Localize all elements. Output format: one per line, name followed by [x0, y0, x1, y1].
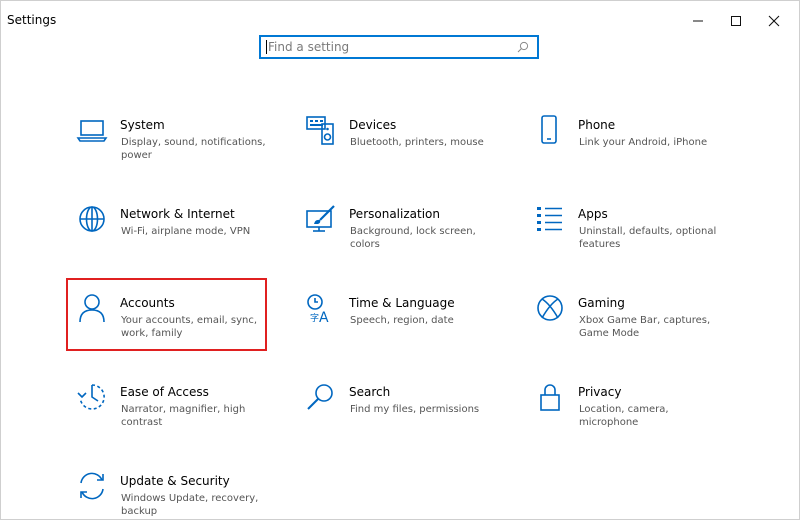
settings-item-gaming[interactable]: Gaming Xbox Game Bar, captures, Game Mod… — [534, 292, 744, 362]
item-desc: Find my files, permissions — [350, 404, 480, 415]
settings-item-accounts[interactable]: Accounts Your accounts, email, sync, wor… — [76, 292, 286, 362]
item-name: Network & Internet — [120, 207, 235, 221]
item-desc: Display, sound, notifications, power — [121, 137, 266, 161]
phone-icon — [534, 114, 566, 146]
ease-of-access-icon — [76, 381, 108, 413]
maximize-button[interactable] — [717, 7, 755, 35]
minimize-icon — [693, 20, 703, 22]
item-desc: Narrator, magnifier, high contrast — [121, 404, 246, 428]
svg-text:字: 字 — [310, 312, 319, 324]
settings-item-phone[interactable]: Phone Link your Android, iPhone — [534, 114, 744, 184]
maximize-icon — [731, 16, 741, 26]
text-caret — [266, 40, 267, 54]
item-name: Apps — [578, 207, 608, 221]
item-desc: Speech, region, date — [350, 315, 454, 326]
item-desc: Wi-Fi, airplane mode, VPN — [121, 226, 251, 237]
svg-text:A: A — [319, 310, 329, 324]
paintbrush-icon — [305, 203, 337, 235]
item-name: Gaming — [578, 296, 625, 310]
window-controls — [679, 7, 793, 35]
lock-icon — [534, 381, 566, 413]
item-desc: Background, lock screen, colors — [350, 226, 476, 250]
item-name: Personalization — [349, 207, 440, 221]
settings-item-devices[interactable]: Devices Bluetooth, printers, mouse — [305, 114, 515, 184]
item-name: Phone — [578, 118, 616, 132]
list-icon — [534, 203, 566, 235]
title-bar: Settings — [1, 1, 799, 39]
settings-grid: System Display, sound, notifications, po… — [76, 114, 776, 519]
search-icon[interactable] — [517, 41, 529, 53]
item-desc: Xbox Game Bar, captures, Game Mode — [579, 315, 711, 339]
person-icon — [76, 292, 108, 324]
window-title: Settings — [7, 13, 57, 27]
xbox-icon — [534, 292, 566, 324]
sync-icon — [76, 470, 108, 502]
item-name: Time & Language — [349, 296, 455, 310]
settings-item-apps[interactable]: Apps Uninstall, defaults, optional featu… — [534, 203, 744, 273]
settings-window: Settings System Display, sou — [0, 0, 800, 520]
keyboard-speaker-icon — [305, 114, 337, 146]
item-name: Privacy — [578, 385, 622, 399]
globe-icon — [76, 203, 108, 235]
settings-item-ease-of-access[interactable]: Ease of Access Narrator, magnifier, high… — [76, 381, 286, 451]
minimize-button[interactable] — [679, 7, 717, 35]
item-desc: Windows Update, recovery, backup — [121, 493, 259, 517]
item-name: System — [120, 118, 165, 132]
item-name: Accounts — [120, 296, 175, 310]
item-desc: Bluetooth, printers, mouse — [350, 137, 484, 148]
magnifier-icon — [305, 381, 337, 413]
settings-item-privacy[interactable]: Privacy Location, camera, microphone — [534, 381, 744, 451]
item-desc: Your accounts, email, sync, work, family — [121, 315, 258, 339]
time-language-icon: A字 — [305, 292, 337, 324]
settings-item-update-security[interactable]: Update & Security Windows Update, recove… — [76, 470, 286, 519]
close-button[interactable] — [755, 7, 793, 35]
settings-item-system[interactable]: System Display, sound, notifications, po… — [76, 114, 286, 184]
settings-item-network[interactable]: Network & Internet Wi-Fi, airplane mode,… — [76, 203, 286, 273]
item-name: Devices — [349, 118, 397, 132]
search-box[interactable] — [259, 35, 539, 59]
item-name: Search — [349, 385, 391, 399]
item-desc: Link your Android, iPhone — [579, 137, 708, 148]
item-desc: Uninstall, defaults, optional features — [579, 226, 717, 250]
item-name: Ease of Access — [120, 385, 209, 399]
item-desc: Location, camera, microphone — [579, 404, 669, 428]
item-name: Update & Security — [120, 474, 230, 488]
settings-item-time-language[interactable]: A字 Time & Language Speech, region, date — [305, 292, 515, 362]
close-icon — [768, 15, 780, 27]
settings-item-search[interactable]: Search Find my files, permissions — [305, 381, 515, 451]
search-input[interactable] — [268, 39, 508, 55]
settings-item-personalization[interactable]: Personalization Background, lock screen,… — [305, 203, 515, 273]
laptop-icon — [76, 114, 108, 146]
